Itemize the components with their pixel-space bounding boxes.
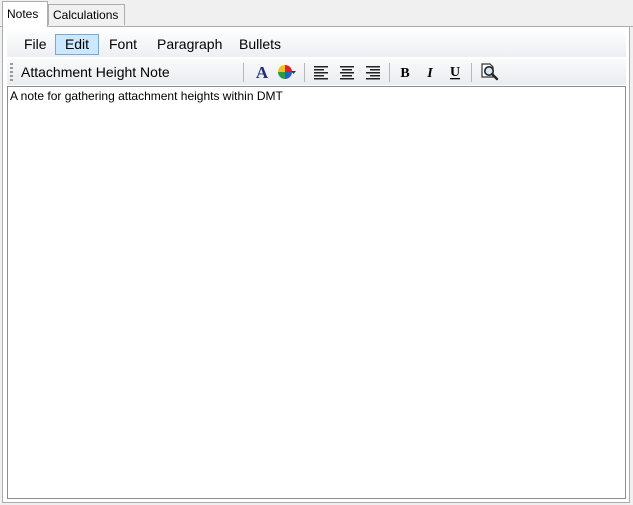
editor-content: A note for gathering attachment heights … [10,89,283,103]
tab-notes[interactable]: Notes [2,1,48,27]
menu-bullets[interactable]: Bullets [232,34,288,55]
toolbar-separator [304,63,305,82]
font-icon[interactable]: A [252,62,272,82]
color-icon[interactable] [277,62,297,82]
menu-paragraph[interactable]: Paragraph [150,34,229,55]
font-icon-glyph: A [256,63,269,82]
note-editor[interactable]: A note for gathering attachment heights … [7,86,626,499]
menu-file[interactable]: File [17,34,54,55]
toolbar-separator [471,63,472,82]
bold-icon[interactable]: B [395,62,415,82]
toolbar-separator [389,63,390,82]
tab-calculations[interactable]: Calculations [48,4,125,25]
note-title-label: Attachment Height Note [21,64,170,80]
align-right-icon[interactable] [363,62,383,82]
italic-icon[interactable]: I [420,62,440,82]
menu-font[interactable]: Font [102,34,144,55]
toolbar-separator [243,63,244,82]
formatting-toolbar: Attachment Height Note A B I U [7,59,626,85]
menu-edit[interactable]: Edit [55,34,99,55]
tab-strip: Notes Calculations [0,0,633,27]
find-icon[interactable] [479,62,499,82]
align-left-icon[interactable] [311,62,331,82]
toolbar-grip[interactable] [10,63,13,81]
italic-icon-glyph: I [426,66,433,81]
underline-icon-glyph: U [450,65,460,80]
bold-icon-glyph: B [400,66,409,81]
menu-bar: File Edit Font Paragraph Bullets [7,31,626,57]
align-center-icon[interactable] [337,62,357,82]
underline-icon[interactable]: U [445,62,465,82]
